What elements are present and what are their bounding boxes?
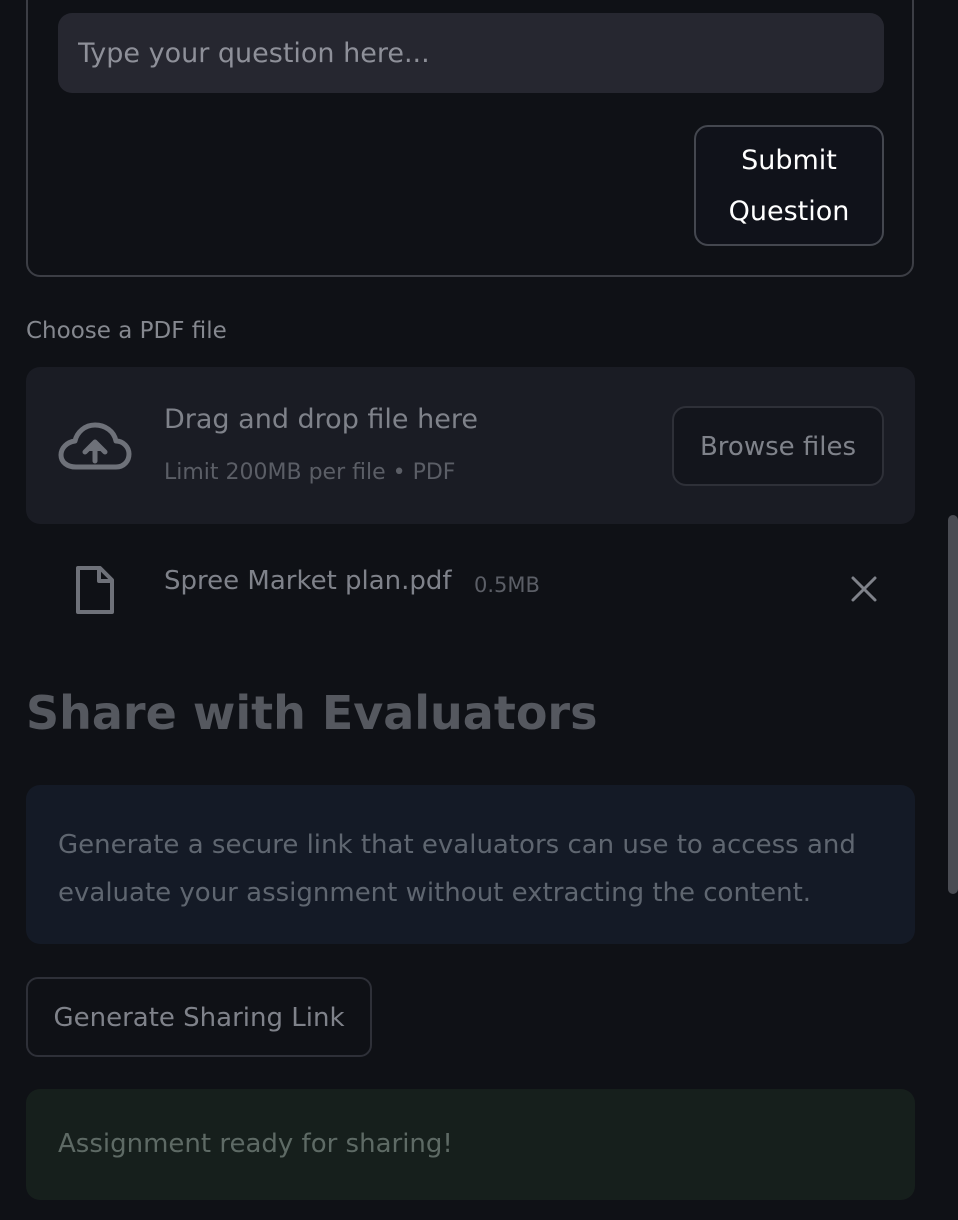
- scrollbar-thumb[interactable]: [948, 515, 958, 894]
- cloud-upload-icon: [58, 422, 132, 470]
- upload-label: Choose a PDF file: [26, 318, 227, 344]
- submit-question-label: Submit Question: [728, 144, 850, 227]
- browse-files-button[interactable]: Browse files: [672, 406, 884, 486]
- success-alert: Assignment ready for sharing!: [26, 1089, 915, 1200]
- success-alert-text: Assignment ready for sharing!: [58, 1129, 453, 1159]
- close-icon[interactable]: [850, 575, 878, 603]
- info-alert: Generate a secure link that evaluators c…: [26, 785, 915, 944]
- browse-files-label: Browse files: [699, 432, 857, 462]
- dropzone-title: Drag and drop file here: [164, 404, 478, 435]
- generate-sharing-link-label: Generate Sharing Link: [53, 1003, 345, 1033]
- submit-question-button[interactable]: Submit Question: [694, 125, 884, 246]
- share-heading: Share with Evaluators: [26, 686, 598, 740]
- dropzone-limit: Limit 200MB per file • PDF: [164, 460, 456, 485]
- uploaded-file-name: Spree Market plan.pdf: [164, 566, 452, 596]
- info-alert-text: Generate a secure link that evaluators c…: [58, 830, 856, 908]
- question-input[interactable]: [58, 13, 884, 93]
- page: Submit Question Choose a PDF file Drag a…: [0, 0, 958, 1220]
- generate-sharing-link-button[interactable]: Generate Sharing Link: [26, 977, 372, 1057]
- uploaded-file-size: 0.5MB: [474, 573, 540, 597]
- file-icon: [76, 566, 114, 614]
